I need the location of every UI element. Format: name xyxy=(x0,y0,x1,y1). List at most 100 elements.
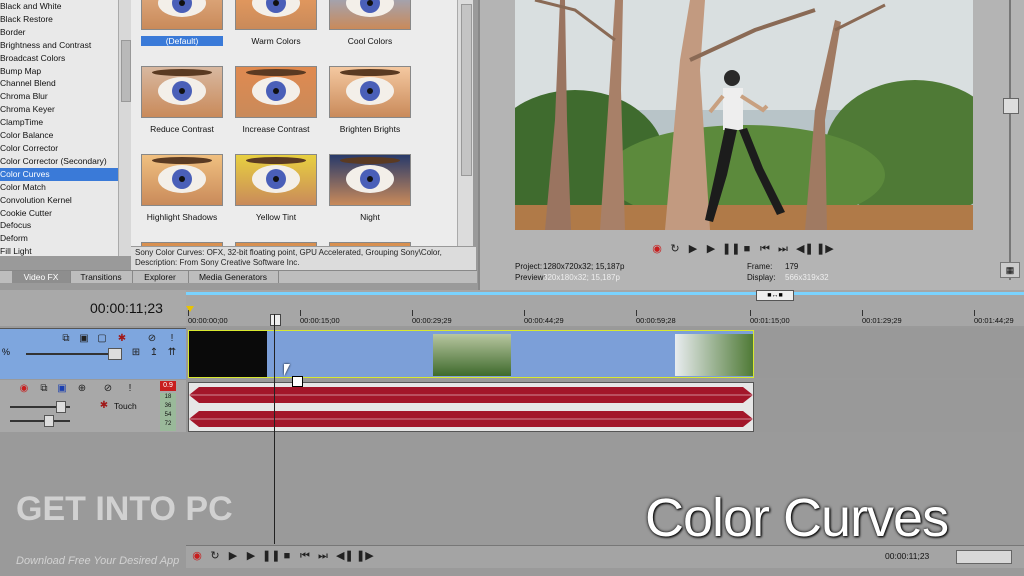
audio-track-lane[interactable] xyxy=(186,380,1024,432)
fx-list-item[interactable]: Color Curves xyxy=(0,167,130,181)
loop-icon[interactable]: ↻ xyxy=(668,242,682,256)
fx-list-item[interactable]: Convolution Kernel xyxy=(0,194,130,207)
bottom-stop-icon[interactable]: ■ xyxy=(280,549,294,563)
stop-icon[interactable]: ■ xyxy=(740,242,754,256)
opacity-slider[interactable] xyxy=(26,353,120,355)
play-from-start-icon[interactable]: ▶ xyxy=(686,242,700,256)
next-frame-icon[interactable]: ❚▶ xyxy=(816,242,834,256)
audio-track-header[interactable]: ◉ ⧉ ▣ ⊕ ⊘ ! 0.9 ✱ Touch 18 36 54 72 xyxy=(0,380,186,432)
preset-item[interactable]: Brighten Brights xyxy=(329,66,411,134)
preset-item[interactable]: Night xyxy=(329,154,411,222)
fx-list-item[interactable]: Channel Blend xyxy=(0,77,130,90)
fx-list-item[interactable]: Color Balance xyxy=(0,129,130,142)
preset-item[interactable]: (Default) xyxy=(141,0,223,46)
video-event[interactable] xyxy=(188,330,754,378)
video-thumb-black xyxy=(189,331,267,377)
preset-label: Yellow Tint xyxy=(255,212,297,222)
fx-list-item[interactable]: Broadcast Colors xyxy=(0,52,130,65)
fx-list-scrollbar[interactable] xyxy=(118,0,131,256)
preview-value: 320x180x32; 15,187p xyxy=(543,273,620,282)
timeline-cursor[interactable] xyxy=(274,314,275,544)
automation-mode-label[interactable]: Touch xyxy=(114,401,137,411)
compositing-mode-icon[interactable]: ▢ xyxy=(96,333,108,345)
input-bus-icon[interactable]: ⊕ xyxy=(76,383,88,395)
pause-icon[interactable]: ❚❚ xyxy=(722,242,740,256)
bottom-play-from-start-icon[interactable]: ▶ xyxy=(226,549,240,563)
bottom-previous-frame-icon[interactable]: ◀❚ xyxy=(336,549,354,563)
ruler-tick-mark xyxy=(862,310,863,316)
bottom-go-to-end-icon[interactable]: ⏭ xyxy=(316,549,330,563)
go-to-end-icon[interactable]: ⏭ xyxy=(776,242,790,256)
preset-item[interactable]: Highlight Shadows xyxy=(141,154,223,222)
fx-list-item[interactable]: Black Restore xyxy=(0,13,130,26)
region-marker[interactable]: ■↔■ xyxy=(756,290,794,301)
audio-mute-icon[interactable]: ⊘ xyxy=(102,383,114,395)
volume-slider-thumb[interactable] xyxy=(56,401,66,413)
fx-list-item[interactable]: Border xyxy=(0,26,130,39)
pan-slider-thumb[interactable] xyxy=(44,415,54,427)
playhead-handle[interactable] xyxy=(270,314,281,326)
fx-list-item[interactable]: Defocus xyxy=(0,219,130,232)
fx-list-item[interactable]: Color Match xyxy=(0,181,130,194)
audio-solo-icon[interactable]: ! xyxy=(124,383,136,395)
go-to-start-icon[interactable]: ⏮ xyxy=(758,242,772,256)
video-track-header[interactable]: ⧉ ▣ ▢ ✱ ⊘ ! % ⊞ ↥ ⇈ xyxy=(0,328,186,379)
fx-list-item[interactable]: Color Corrector xyxy=(0,142,130,155)
bottom-record-icon[interactable]: ◉ xyxy=(190,549,204,563)
loop-region-bar[interactable] xyxy=(186,292,1024,295)
track-motion-icon[interactable]: ⧉ xyxy=(60,333,72,345)
tab-transitions[interactable]: Transitions xyxy=(70,271,133,283)
bypass-icon[interactable]: ⇈ xyxy=(166,347,178,359)
audio-fx-icon[interactable]: ⧉ xyxy=(38,383,50,395)
fx-list-item[interactable]: ClampTime xyxy=(0,116,130,129)
preset-label: Night xyxy=(360,212,380,222)
audio-event[interactable] xyxy=(188,382,754,432)
tab-media-generators[interactable]: Media Generators xyxy=(188,271,279,283)
play-icon[interactable]: ▶ xyxy=(704,242,718,256)
automation-icon[interactable]: ⊞ xyxy=(130,347,142,359)
timeline-ruler[interactable]: 00:00:00;00 00:00:15;00 00:00:29;29 00:00:4… xyxy=(186,290,1024,326)
fx-list-item[interactable]: Brightness and Contrast xyxy=(0,39,130,52)
mute-icon[interactable]: ⊘ xyxy=(146,333,158,345)
previous-frame-icon[interactable]: ◀❚ xyxy=(796,242,814,256)
tab-explorer[interactable]: Explorer xyxy=(132,271,189,283)
solo-icon[interactable]: ! xyxy=(166,333,178,345)
bottom-loop-icon[interactable]: ↻ xyxy=(208,549,222,563)
track-fx-icon[interactable]: ▣ xyxy=(78,333,90,345)
bottom-play-icon[interactable]: ▶ xyxy=(244,549,258,563)
eye-icon xyxy=(346,77,394,105)
expand-icon[interactable]: ↥ xyxy=(148,347,160,359)
arm-record-icon[interactable]: ◉ xyxy=(18,383,30,395)
fx-list-item[interactable]: Fill Light xyxy=(0,245,130,256)
eye-icon xyxy=(158,165,206,193)
fx-list-item[interactable]: Black and White xyxy=(0,0,130,13)
input-monitor-icon[interactable]: ▣ xyxy=(56,383,68,395)
fx-list-item[interactable]: Chroma Blur xyxy=(0,90,130,103)
bottom-next-frame-icon[interactable]: ❚▶ xyxy=(356,549,374,563)
preset-scrollbar[interactable] xyxy=(457,0,473,246)
automation-gear-icon[interactable]: ✱ xyxy=(98,400,110,412)
record-icon[interactable]: ◉ xyxy=(650,242,664,256)
preset-item[interactable]: Reduce Contrast xyxy=(141,66,223,134)
preview-vertical-slider[interactable]: ▦ xyxy=(1000,0,1020,280)
preset-item[interactable]: Warm Colors xyxy=(235,0,317,46)
fx-list-item[interactable]: Cookie Cutter xyxy=(0,207,130,220)
pan-slider[interactable] xyxy=(10,420,70,422)
preset-item[interactable]: Yellow Tint xyxy=(235,154,317,222)
ruler-tick-label: 00:01:29;29 xyxy=(862,316,902,325)
bottom-pause-icon[interactable]: ❚❚ xyxy=(262,549,280,563)
bottom-go-to-start-icon[interactable]: ⏮ xyxy=(298,549,312,563)
track-fx-gear-icon[interactable]: ✱ xyxy=(116,333,128,345)
opacity-slider-thumb[interactable] xyxy=(108,348,122,360)
video-track-lane[interactable] xyxy=(186,328,1024,378)
tab-video-fx[interactable]: Video FX xyxy=(12,271,71,283)
preset-item[interactable]: Increase Contrast xyxy=(235,66,317,134)
fx-list-item[interactable]: Deform xyxy=(0,232,130,245)
fx-list-item[interactable]: Chroma Keyer xyxy=(0,103,130,116)
fx-list[interactable]: Black and White Black Restore Border Bright… xyxy=(0,0,131,256)
preset-item[interactable]: Cool Colors xyxy=(329,0,411,46)
project-value: 1280x720x32; 15,187p xyxy=(543,262,625,271)
eye-icon xyxy=(252,77,300,105)
fx-list-item[interactable]: Bump Map xyxy=(0,65,130,78)
fx-list-item[interactable]: Color Corrector (Secondary) xyxy=(0,155,130,168)
